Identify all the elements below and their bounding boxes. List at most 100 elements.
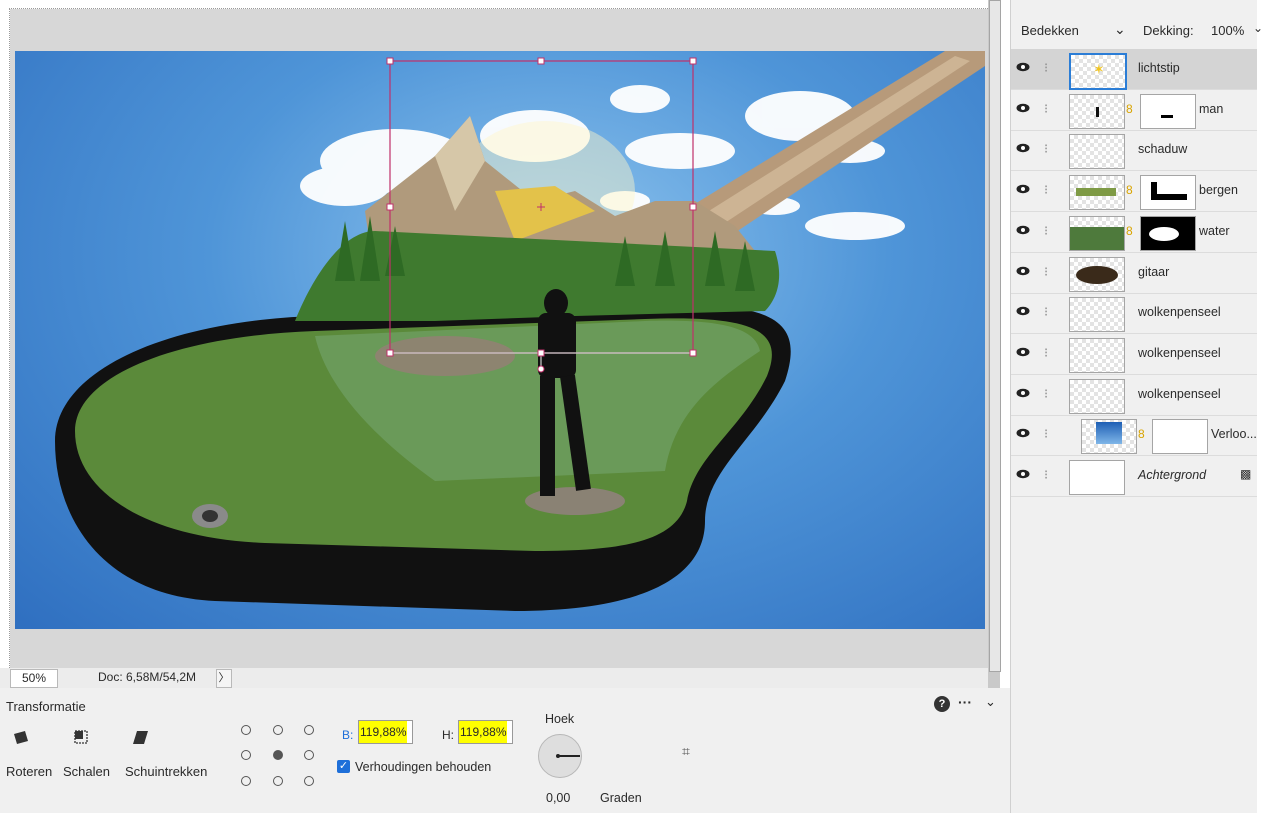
help-icon[interactable]: ? bbox=[934, 696, 950, 712]
visibility-eye-icon[interactable] bbox=[1016, 184, 1030, 194]
mask-link-icon[interactable]: 8 bbox=[1126, 224, 1133, 238]
ref-point-top-left[interactable] bbox=[241, 725, 251, 735]
document-canvas-area[interactable] bbox=[0, 0, 1001, 688]
layer-thumbnail[interactable] bbox=[1069, 93, 1125, 129]
layer-name[interactable]: wolkenpenseel bbox=[1138, 305, 1221, 319]
layer-thumbnail[interactable] bbox=[1069, 134, 1125, 170]
layer-name[interactable]: bergen bbox=[1199, 183, 1238, 197]
warp-icon[interactable]: ⌗ bbox=[682, 743, 690, 760]
status-menu-arrow-icon[interactable]: 〉 bbox=[216, 669, 232, 688]
link-icon[interactable]: ⁝ bbox=[1044, 60, 1048, 76]
visibility-eye-icon[interactable] bbox=[1016, 143, 1030, 153]
visibility-eye-icon[interactable] bbox=[1016, 428, 1030, 438]
link-icon[interactable]: ⁝ bbox=[1044, 467, 1048, 483]
ref-point-top-right[interactable] bbox=[304, 725, 314, 735]
blend-mode-dropdown[interactable]: Bedekken bbox=[1021, 23, 1079, 38]
keep-ratio-label[interactable]: Verhoudingen behouden bbox=[355, 760, 491, 774]
ref-point-middle-right[interactable] bbox=[304, 750, 314, 760]
layer-thumbnail[interactable] bbox=[1069, 175, 1125, 211]
status-bar: 50% Doc: 6,58M/54,2M 〉 bbox=[0, 668, 988, 688]
layer-row-gitaar[interactable]: ⁝ gitaar bbox=[1011, 253, 1257, 294]
chevron-down-icon[interactable]: ⌄ bbox=[1253, 21, 1263, 35]
layer-name[interactable]: lichtstip bbox=[1138, 61, 1180, 75]
ref-point-middle-left[interactable] bbox=[241, 750, 251, 760]
ref-point-top-center[interactable] bbox=[273, 725, 283, 735]
link-icon[interactable]: ⁝ bbox=[1044, 264, 1048, 280]
mask-link-icon[interactable]: 8 bbox=[1126, 102, 1133, 116]
layer-row-lichtstip[interactable]: ⁝ ✶ lichtstip bbox=[1011, 49, 1257, 90]
vertical-scroll-thumb[interactable] bbox=[989, 0, 1001, 672]
link-icon[interactable]: ⁝ bbox=[1044, 345, 1048, 361]
keep-ratio-checkbox[interactable]: ✓ bbox=[337, 760, 350, 773]
angle-dial[interactable] bbox=[538, 734, 582, 778]
scale-icon[interactable] bbox=[72, 728, 92, 746]
ref-point-bottom-left[interactable] bbox=[241, 776, 251, 786]
link-icon[interactable]: ⁝ bbox=[1044, 141, 1048, 157]
ref-point-bottom-center[interactable] bbox=[273, 776, 283, 786]
scale-label[interactable]: Schalen bbox=[63, 764, 110, 779]
visibility-eye-icon[interactable] bbox=[1016, 306, 1030, 316]
layer-thumbnail[interactable] bbox=[1069, 297, 1125, 333]
layer-name[interactable]: Verloo... bbox=[1211, 427, 1257, 441]
opacity-field[interactable]: 100% bbox=[1211, 23, 1244, 38]
layer-thumbnail[interactable] bbox=[1069, 256, 1125, 292]
link-icon[interactable]: ⁝ bbox=[1044, 223, 1048, 239]
ref-point-bottom-right[interactable] bbox=[304, 776, 314, 786]
visibility-eye-icon[interactable] bbox=[1016, 225, 1030, 235]
layer-row-schaduw[interactable]: ⁝ schaduw bbox=[1011, 130, 1257, 172]
layer-name[interactable]: wolkenpenseel bbox=[1138, 346, 1221, 360]
layer-row-man[interactable]: ⁝ 8 man bbox=[1011, 90, 1257, 131]
link-icon[interactable]: ⁝ bbox=[1044, 182, 1048, 198]
layer-row-bergen[interactable]: ⁝ 8 bergen bbox=[1011, 171, 1257, 213]
layer-name[interactable]: wolkenpenseel bbox=[1138, 387, 1221, 401]
width-field[interactable]: 119,88% bbox=[358, 720, 413, 744]
ref-point-center[interactable] bbox=[273, 750, 283, 760]
link-icon[interactable]: ⁝ bbox=[1044, 101, 1048, 117]
layer-row-wolkenpenseel[interactable]: ⁝ wolkenpenseel bbox=[1011, 334, 1257, 375]
layer-name[interactable]: man bbox=[1199, 102, 1223, 116]
more-options-icon[interactable]: ··· bbox=[958, 694, 972, 710]
visibility-eye-icon[interactable] bbox=[1016, 388, 1030, 398]
layer-name[interactable]: schaduw bbox=[1138, 142, 1187, 156]
layers-panel: Bedekken ⌄ Dekking: 100% ⌄ ⁝ ✶ lichtstip ⁝ 8… bbox=[1010, 0, 1263, 813]
visibility-eye-icon[interactable] bbox=[1016, 347, 1030, 357]
layer-row-water[interactable]: ⁝ 8 water bbox=[1011, 212, 1257, 253]
chevron-down-icon[interactable]: ⌄ bbox=[985, 694, 996, 710]
layer-thumbnail[interactable] bbox=[1069, 337, 1125, 373]
layer-name[interactable]: water bbox=[1199, 224, 1230, 238]
layer-row-wolkenpenseel[interactable]: ⁝ wolkenpenseel bbox=[1011, 375, 1257, 416]
link-icon[interactable]: ⁝ bbox=[1044, 304, 1048, 320]
layer-thumbnail[interactable] bbox=[1069, 378, 1125, 414]
visibility-eye-icon[interactable] bbox=[1016, 62, 1030, 72]
rotate-label[interactable]: Roteren bbox=[6, 764, 52, 779]
zoom-level-field[interactable]: 50% bbox=[10, 669, 58, 688]
layer-row-achtergrond[interactable]: ⁝ Achtergrond ▩ bbox=[1011, 456, 1257, 497]
layer-thumbnail[interactable] bbox=[1069, 460, 1125, 495]
angle-value-field[interactable]: 0,00 bbox=[546, 791, 570, 805]
mask-link-icon[interactable]: 8 bbox=[1138, 427, 1145, 441]
layer-mask-thumbnail[interactable] bbox=[1140, 175, 1196, 211]
layer-name[interactable]: gitaar bbox=[1138, 265, 1169, 279]
layer-row-verloo[interactable]: ⁝ 8 Verloo... bbox=[1011, 415, 1257, 457]
layer-mask-thumbnail[interactable] bbox=[1140, 93, 1196, 129]
skew-icon[interactable] bbox=[131, 728, 151, 746]
visibility-eye-icon[interactable] bbox=[1016, 266, 1030, 276]
height-field[interactable]: 119,88% bbox=[458, 720, 513, 744]
skew-label[interactable]: Schuintrekken bbox=[125, 764, 207, 779]
layer-thumbnail[interactable] bbox=[1081, 419, 1137, 455]
layer-row-wolkenpenseel[interactable]: ⁝ wolkenpenseel bbox=[1011, 293, 1257, 335]
link-icon[interactable]: ⁝ bbox=[1044, 386, 1048, 402]
visibility-eye-icon[interactable] bbox=[1016, 469, 1030, 479]
layer-mask-thumbnail[interactable] bbox=[1152, 419, 1208, 455]
visibility-eye-icon[interactable] bbox=[1016, 103, 1030, 113]
chevron-down-icon[interactable]: ⌄ bbox=[1114, 21, 1126, 38]
link-icon[interactable]: ⁝ bbox=[1044, 426, 1048, 442]
rotate-icon[interactable] bbox=[11, 728, 31, 746]
layer-thumbnail[interactable]: ✶ bbox=[1069, 53, 1127, 90]
artwork-image[interactable] bbox=[15, 51, 985, 629]
layer-name[interactable]: Achtergrond bbox=[1138, 468, 1206, 482]
layer-mask-thumbnail[interactable] bbox=[1140, 215, 1196, 251]
mask-link-icon[interactable]: 8 bbox=[1126, 183, 1133, 197]
layer-thumbnail[interactable] bbox=[1069, 215, 1125, 251]
vertical-scrollbar[interactable] bbox=[988, 0, 1001, 688]
